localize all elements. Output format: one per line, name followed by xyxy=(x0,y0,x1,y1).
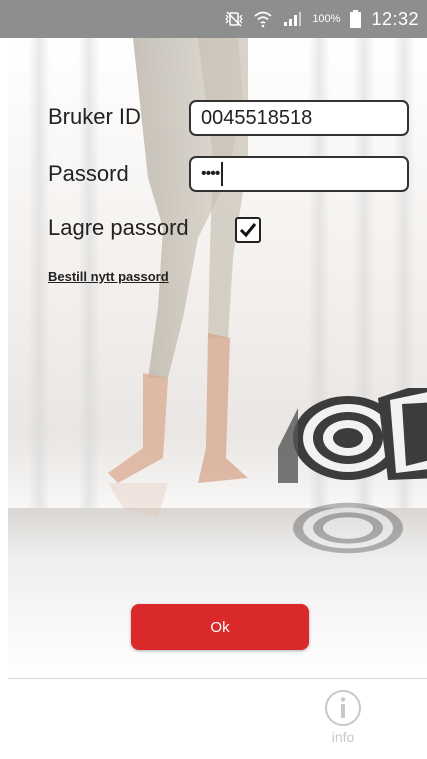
ok-button[interactable]: Ok xyxy=(131,604,309,650)
info-button[interactable]: info xyxy=(318,688,368,754)
battery-icon xyxy=(350,10,362,28)
checkmark-icon xyxy=(239,223,257,238)
save-password-label: Lagre passord xyxy=(48,215,189,240)
mute-vibrate-icon xyxy=(224,11,244,27)
text-cursor xyxy=(221,162,224,186)
info-label: info xyxy=(331,729,355,745)
password-field[interactable]: •••• xyxy=(189,156,409,192)
password-masked-value: •••• xyxy=(201,165,220,182)
save-password-checkbox[interactable] xyxy=(235,217,261,243)
wifi-icon xyxy=(254,10,272,28)
status-time: 12:32 xyxy=(371,8,419,29)
user-id-label: Bruker ID xyxy=(48,104,141,129)
user-id-field[interactable]: 0045518518 xyxy=(189,100,409,136)
forgot-password-link[interactable]: Bestill nytt passord xyxy=(48,269,169,284)
status-bar: 100% 12:32 xyxy=(0,0,427,38)
signal-icon xyxy=(282,11,302,27)
password-label: Passord xyxy=(48,161,129,186)
info-icon xyxy=(325,690,361,726)
striped-cushion-illustration xyxy=(278,388,427,554)
ok-button-label: Ok xyxy=(210,618,230,636)
user-id-value: 0045518518 xyxy=(201,106,313,129)
battery-percent: 100% xyxy=(312,13,341,25)
left-edge xyxy=(0,38,8,758)
